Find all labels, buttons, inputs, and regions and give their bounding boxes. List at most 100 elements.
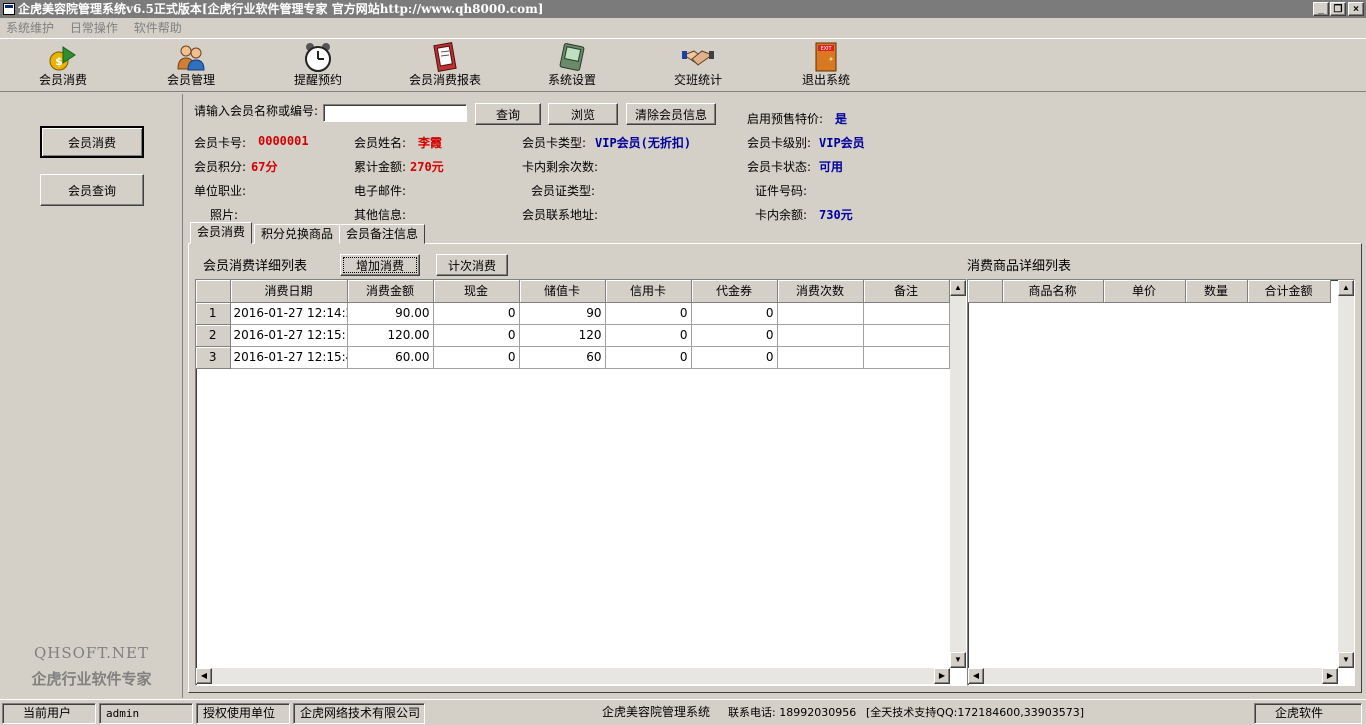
- toolbar-reminder[interactable]: 提醒预约: [263, 41, 373, 91]
- column-header[interactable]: 商品名称: [1002, 280, 1104, 303]
- card-status-value: 可用: [819, 160, 844, 174]
- other-info-label: 其他信息:: [354, 208, 407, 222]
- card-no-label: 会员卡号:: [194, 136, 247, 150]
- scroll-up-icon[interactable]: ▲: [1338, 280, 1354, 296]
- title-bar: 企虎美容院管理系统v6.5正式版本[企虎行业软件管理专家 官方网站http://…: [0, 0, 1366, 18]
- cell-date[interactable]: 2016-01-27 12:15:41: [230, 346, 348, 369]
- cell-voucher[interactable]: 0: [691, 324, 778, 347]
- row-number-header: [968, 280, 1003, 303]
- toolbar-shift-stats[interactable]: 交班统计: [643, 41, 753, 91]
- consume-list-title: 会员消费详细列表: [203, 259, 308, 274]
- add-consume-button[interactable]: 增加消费: [340, 254, 420, 276]
- table-row[interactable]: 3 2016-01-27 12:15:41 60.00 0 60 0 0: [196, 346, 950, 369]
- close-button[interactable]: ×: [1348, 2, 1364, 16]
- column-header[interactable]: 信用卡: [605, 280, 692, 303]
- column-header[interactable]: 消费金额: [347, 280, 434, 303]
- tab-points-exchange[interactable]: 积分兑换商品: [254, 224, 341, 244]
- cell-credit-card[interactable]: 0: [605, 346, 692, 369]
- scroll-left-icon[interactable]: ◀: [968, 668, 984, 684]
- tab-member-notes[interactable]: 会员备注信息: [339, 224, 426, 244]
- column-header[interactable]: 备注: [863, 280, 950, 303]
- cell-note[interactable]: [863, 324, 950, 347]
- settings-tablet-icon: [559, 43, 585, 71]
- status-licensee-value: 企虎网络技术有限公司: [293, 703, 425, 724]
- sidebar-member-query-button[interactable]: 会员查询: [40, 174, 144, 206]
- scroll-down-icon[interactable]: ▼: [950, 652, 966, 668]
- cell-credit-card[interactable]: 0: [605, 324, 692, 347]
- scroll-up-icon[interactable]: ▲: [950, 280, 966, 296]
- tab-member-consume[interactable]: 会员消费: [190, 222, 253, 244]
- address-label: 会员联系地址:: [522, 208, 599, 222]
- cell-note[interactable]: [863, 302, 950, 325]
- browse-button[interactable]: 浏览: [548, 103, 618, 125]
- member-search-input[interactable]: [323, 104, 467, 122]
- goods-vertical-scrollbar[interactable]: ▲ ▼: [1338, 280, 1354, 668]
- menu-daily-operations[interactable]: 日常操作: [70, 18, 118, 38]
- presale-value: 是: [835, 112, 848, 126]
- menu-system-maintenance[interactable]: 系统维护: [6, 18, 54, 38]
- cell-amount[interactable]: 60.00: [347, 346, 434, 369]
- column-header[interactable]: 消费日期: [230, 280, 348, 303]
- cell-amount[interactable]: 90.00: [347, 302, 434, 325]
- toolbar-consume-report[interactable]: 会员消费报表: [390, 41, 500, 91]
- toolbar-system-settings[interactable]: 系统设置: [517, 41, 627, 91]
- cell-cash[interactable]: 0: [433, 324, 520, 347]
- scroll-right-icon[interactable]: ▶: [1322, 668, 1338, 684]
- cell-date[interactable]: 2016-01-27 12:14:27: [230, 302, 348, 325]
- total-amount-label: 累计金额:: [354, 160, 407, 174]
- restore-button[interactable]: ❐: [1330, 2, 1346, 16]
- card-no-value: 0000001: [258, 134, 309, 148]
- consume-vertical-scrollbar[interactable]: ▲ ▼: [950, 280, 966, 668]
- clear-member-button[interactable]: 清除会员信息: [626, 103, 716, 125]
- cell-voucher[interactable]: 0: [691, 302, 778, 325]
- column-header[interactable]: 合计金额: [1247, 280, 1331, 303]
- presale-label: 启用预售特价:: [747, 112, 824, 126]
- remaining-times-label: 卡内剩余次数:: [522, 160, 599, 174]
- cell-cash[interactable]: 0: [433, 302, 520, 325]
- consume-horizontal-scrollbar[interactable]: ◀ ▶: [196, 668, 950, 684]
- toolbar-label: 交班统计: [673, 73, 722, 87]
- row-number: 3: [196, 346, 231, 369]
- scroll-left-icon[interactable]: ◀: [196, 668, 212, 684]
- toolbar-member-manage[interactable]: 会员管理: [136, 41, 246, 91]
- count-consume-button[interactable]: 计次消费: [436, 254, 508, 276]
- cell-stored-card[interactable]: 120: [519, 324, 606, 347]
- minimize-button[interactable]: _: [1313, 2, 1329, 16]
- column-header[interactable]: 单价: [1103, 280, 1186, 303]
- toolbar-exit-system[interactable]: EXIT 退出系统: [771, 41, 881, 91]
- goods-grid: 商品名称 单价 数量 合计金额 ▲ ▼ ◀ ▶: [967, 279, 1355, 686]
- cell-credit-card[interactable]: 0: [605, 302, 692, 325]
- watermark-site: QHSOFT.NET: [33, 644, 149, 662]
- column-header[interactable]: 代金券: [691, 280, 778, 303]
- column-header[interactable]: 储值卡: [519, 280, 606, 303]
- cell-stored-card[interactable]: 90: [519, 302, 606, 325]
- cell-times[interactable]: [777, 324, 864, 347]
- cell-amount[interactable]: 120.00: [347, 324, 434, 347]
- cell-voucher[interactable]: 0: [691, 346, 778, 369]
- cell-note[interactable]: [863, 346, 950, 369]
- column-header[interactable]: 现金: [433, 280, 520, 303]
- toolbar-member-consume[interactable]: $ 会员消费: [8, 41, 118, 91]
- total-amount-value: 270元: [410, 160, 444, 174]
- card-type-value: VIP会员(无折扣): [595, 136, 692, 150]
- table-row[interactable]: 1 2016-01-27 12:14:27 90.00 0 90 0 0: [196, 302, 950, 325]
- id-number-label: 证件号码:: [755, 184, 808, 198]
- toolbar-label: 退出系统: [801, 73, 850, 87]
- column-header[interactable]: 消费次数: [777, 280, 864, 303]
- app-icon: [3, 3, 15, 15]
- toolbar-label: 系统设置: [547, 73, 596, 87]
- cell-cash[interactable]: 0: [433, 346, 520, 369]
- column-header[interactable]: 数量: [1185, 280, 1248, 303]
- scroll-right-icon[interactable]: ▶: [934, 668, 950, 684]
- scroll-down-icon[interactable]: ▼: [1338, 652, 1354, 668]
- toolbar-label: 会员管理: [166, 73, 215, 87]
- query-button[interactable]: 查询: [475, 103, 541, 125]
- sidebar-member-consume-button[interactable]: 会员消费: [40, 126, 144, 158]
- cell-stored-card[interactable]: 60: [519, 346, 606, 369]
- menu-software-help[interactable]: 软件帮助: [134, 18, 182, 38]
- table-row[interactable]: 2 2016-01-27 12:15:16 120.00 0 120 0 0: [196, 324, 950, 347]
- cell-times[interactable]: [777, 346, 864, 369]
- cell-times[interactable]: [777, 302, 864, 325]
- cell-date[interactable]: 2016-01-27 12:15:16: [230, 324, 348, 347]
- goods-horizontal-scrollbar[interactable]: ◀ ▶: [968, 668, 1338, 684]
